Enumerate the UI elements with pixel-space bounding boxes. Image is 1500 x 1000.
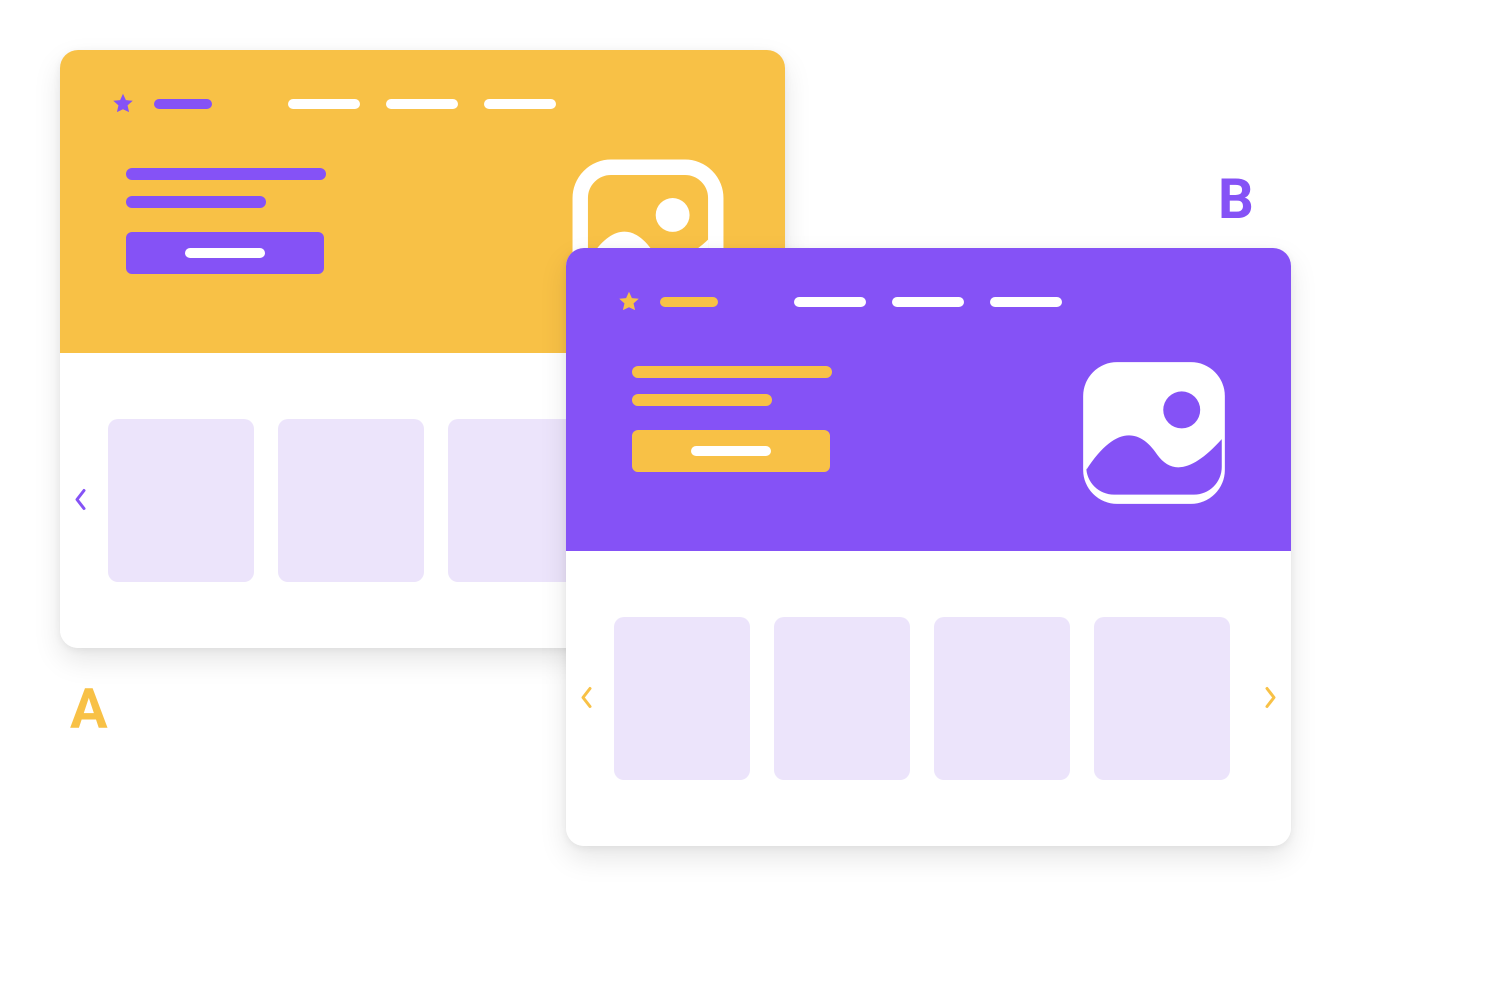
carousel-tile[interactable] bbox=[614, 617, 750, 780]
hero-copy bbox=[126, 168, 446, 274]
carousel-tile[interactable] bbox=[774, 617, 910, 780]
cta-label-placeholder bbox=[185, 248, 265, 258]
nav-item-active[interactable] bbox=[660, 297, 718, 307]
headline-line bbox=[632, 394, 772, 406]
headline-line bbox=[126, 168, 326, 180]
chevron-right-icon[interactable] bbox=[1263, 686, 1277, 711]
star-icon bbox=[110, 91, 136, 117]
variant-label-a: A bbox=[70, 676, 109, 742]
nav-item[interactable] bbox=[990, 297, 1062, 307]
headline-line bbox=[632, 366, 832, 378]
carousel-tiles bbox=[614, 617, 1243, 780]
variant-label-b: B bbox=[1218, 166, 1255, 232]
nav-links bbox=[794, 297, 1062, 307]
cta-label-placeholder bbox=[691, 446, 771, 456]
nav-item[interactable] bbox=[484, 99, 556, 109]
headline-line bbox=[126, 196, 266, 208]
top-bar bbox=[110, 91, 735, 117]
cta-button[interactable] bbox=[632, 430, 830, 472]
nav-item[interactable] bbox=[892, 297, 964, 307]
carousel-tile[interactable] bbox=[934, 617, 1070, 780]
nav-links bbox=[288, 99, 556, 109]
nav-item-active[interactable] bbox=[154, 99, 212, 109]
carousel-tile[interactable] bbox=[108, 419, 254, 582]
hero-copy bbox=[632, 366, 952, 472]
star-icon bbox=[616, 289, 642, 315]
hero-section bbox=[566, 248, 1291, 551]
image-placeholder-icon bbox=[1077, 356, 1231, 510]
carousel-tile[interactable] bbox=[278, 419, 424, 582]
wireframe-variant-b bbox=[566, 248, 1291, 846]
nav-item[interactable] bbox=[288, 99, 360, 109]
top-bar bbox=[616, 289, 1241, 315]
nav-item[interactable] bbox=[794, 297, 866, 307]
chevron-left-icon[interactable] bbox=[580, 686, 594, 711]
carousel-section bbox=[566, 551, 1291, 846]
carousel-tile[interactable] bbox=[1094, 617, 1230, 780]
chevron-left-icon[interactable] bbox=[74, 488, 88, 513]
cta-button[interactable] bbox=[126, 232, 324, 274]
nav-item[interactable] bbox=[386, 99, 458, 109]
